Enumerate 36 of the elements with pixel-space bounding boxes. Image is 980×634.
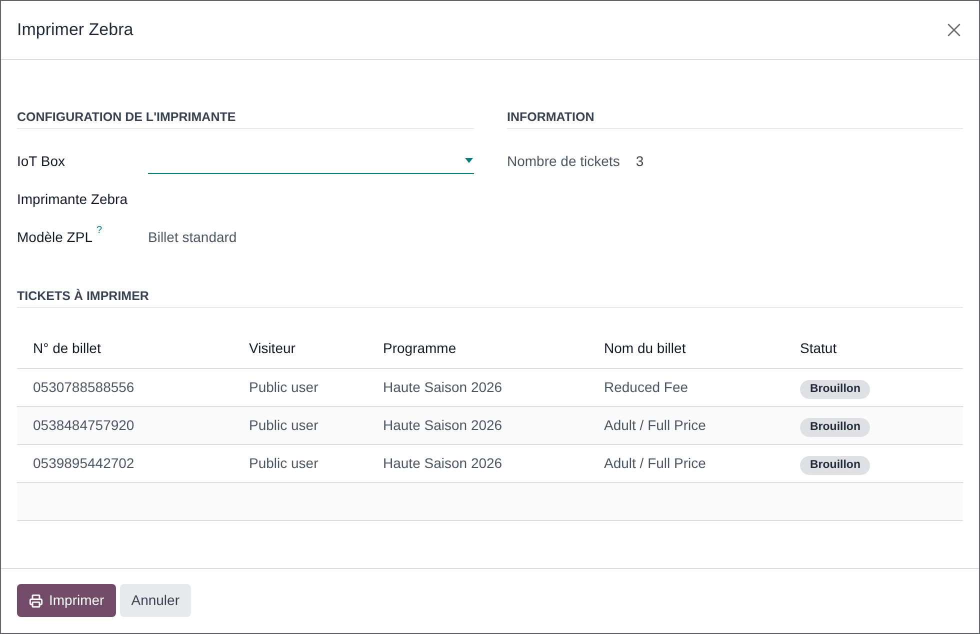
section-heading: CONFIGURATION DE L'IMPRIMANTE (17, 109, 474, 129)
table-cell: Haute Saison 2026 (383, 378, 502, 394)
table-row[interactable]: 0538484757920 Public user Haute Saison 2026 Adult / Full Price Brouillon (17, 407, 963, 445)
field-value: Billet standard (148, 228, 237, 246)
status-badge: Brouillon (800, 418, 870, 437)
table-cell: 0539895442702 (33, 454, 134, 470)
status-badge: Brouillon (800, 456, 870, 475)
table-cell: Haute Saison 2026 (383, 454, 502, 470)
caret-icon (465, 158, 473, 163)
print-button[interactable]: Imprimer (17, 584, 116, 617)
table-cell: Adult / Full Price (604, 416, 706, 432)
info-value: 3 (636, 152, 644, 170)
info-label: Nombre de tickets (507, 152, 620, 170)
column-header[interactable]: N° de billet (33, 340, 101, 356)
column-header[interactable]: Statut (800, 340, 837, 356)
table-cell: Haute Saison 2026 (383, 416, 502, 432)
field-label: IoT Box (17, 152, 65, 170)
dialog-title: Imprimer Zebra (17, 19, 134, 42)
table-cell: Adult / Full Price (604, 454, 706, 470)
table-cell: Public user (249, 416, 318, 432)
section-heading: INFORMATION (507, 109, 963, 129)
help-mark[interactable]: ? (96, 226, 102, 236)
printer-icon (29, 594, 43, 608)
table-cell: 0538484757920 (33, 416, 134, 432)
status-badge: Brouillon (800, 380, 870, 399)
table-cell: Public user (249, 378, 318, 394)
section-heading: TICKETS À IMPRIMER (17, 288, 963, 308)
column-header[interactable]: Visiteur (249, 340, 296, 356)
field-label: Modèle ZPL (17, 228, 92, 246)
table-cell: Public user (249, 454, 318, 470)
column-header[interactable]: Programme (383, 340, 456, 356)
column-header[interactable]: Nom du billet (604, 340, 686, 356)
table-cell: 0530788588556 (33, 378, 134, 394)
field-label: Imprimante Zebra (17, 190, 128, 209)
cancel-button[interactable]: Annuler (120, 584, 190, 617)
table-cell: Reduced Fee (604, 378, 688, 394)
